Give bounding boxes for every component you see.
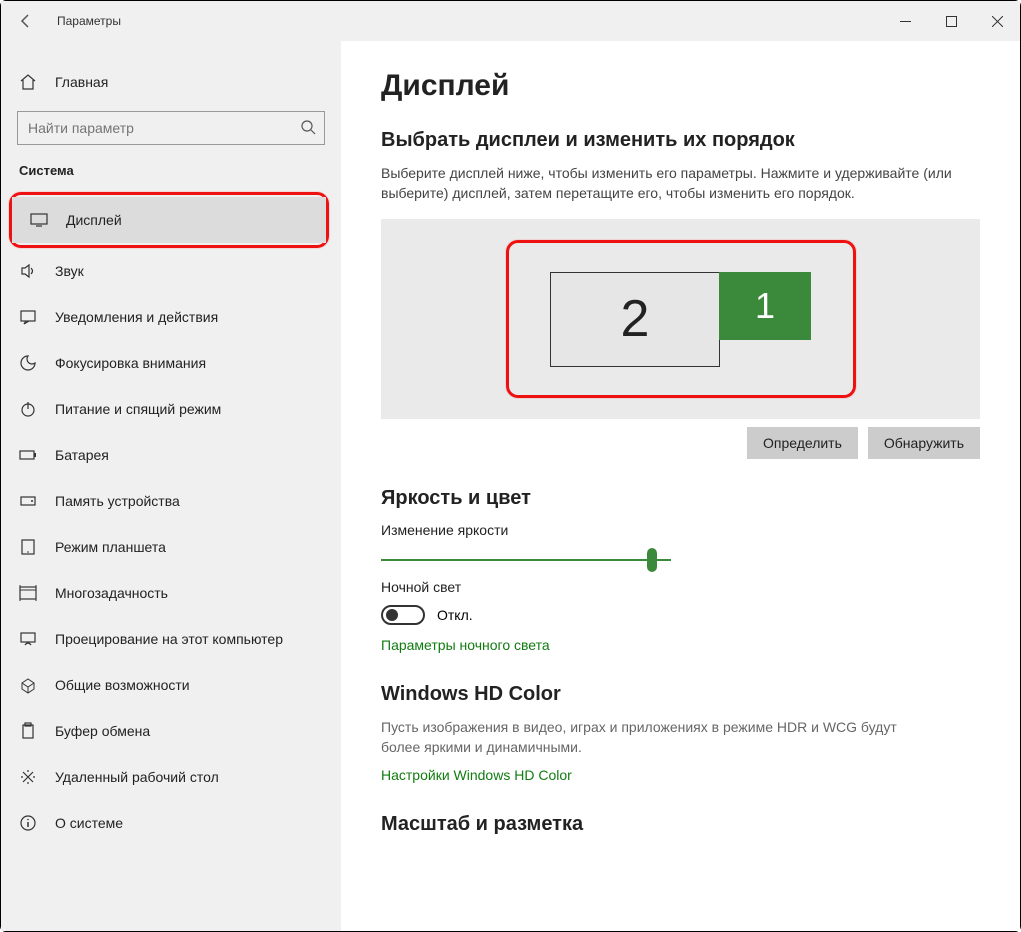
detect-button[interactable]: Обнаружить bbox=[868, 427, 980, 459]
nav-shared[interactable]: Общие возможности bbox=[1, 662, 341, 708]
nav-label: Удаленный рабочий стол bbox=[55, 769, 219, 785]
shared-icon bbox=[19, 676, 37, 694]
maximize-button[interactable] bbox=[928, 1, 974, 41]
window-title: Параметры bbox=[51, 14, 121, 28]
monitor-arrange-area[interactable]: 2 1 bbox=[381, 219, 980, 419]
nav-battery[interactable]: Батарея bbox=[1, 432, 341, 478]
nav-label: Память устройства bbox=[55, 493, 180, 509]
nav-power[interactable]: Питание и спящий режим bbox=[1, 386, 341, 432]
close-button[interactable] bbox=[974, 1, 1020, 41]
tablet-icon bbox=[19, 538, 37, 556]
remote-icon bbox=[19, 768, 37, 786]
nav-label: Режим планшета bbox=[55, 539, 166, 555]
night-light-label: Ночной свет bbox=[381, 579, 980, 595]
search-input[interactable] bbox=[18, 112, 324, 144]
monitor-2[interactable]: 2 bbox=[550, 272, 720, 367]
titlebar: Параметры bbox=[1, 1, 1020, 41]
sidebar-group-label: Система bbox=[1, 159, 341, 192]
battery-icon bbox=[19, 446, 37, 464]
nav-label: Многозадачность bbox=[55, 585, 168, 601]
page-title: Дисплей bbox=[381, 69, 980, 103]
clipboard-icon bbox=[19, 722, 37, 740]
nav-remote[interactable]: Удаленный рабочий стол bbox=[1, 754, 341, 800]
nav-notifications[interactable]: Уведомления и действия bbox=[1, 294, 341, 340]
nav-label: Уведомления и действия bbox=[55, 309, 218, 325]
nav-label: Буфер обмена bbox=[55, 723, 150, 739]
brightness-slider[interactable] bbox=[381, 559, 671, 561]
hd-color-settings-link[interactable]: Настройки Windows HD Color bbox=[381, 767, 572, 783]
nav-label: О системе bbox=[55, 815, 123, 831]
nav-label: Фокусировка внимания bbox=[55, 355, 206, 371]
home-icon bbox=[19, 73, 37, 91]
night-light-state: Откл. bbox=[437, 607, 473, 623]
nav-storage[interactable]: Память устройства bbox=[1, 478, 341, 524]
callout-monitors: 2 1 bbox=[506, 240, 856, 398]
about-icon bbox=[19, 814, 37, 832]
hd-color-description: Пусть изображения в видео, играх и прило… bbox=[381, 718, 921, 757]
focus-icon bbox=[19, 354, 37, 372]
nav-label: Звук bbox=[55, 263, 84, 279]
hd-color-heading: Windows HD Color bbox=[381, 683, 980, 706]
power-icon bbox=[19, 400, 37, 418]
callout-display-nav: Дисплей bbox=[9, 192, 329, 248]
projecting-icon bbox=[19, 630, 37, 648]
nav-label: Общие возможности bbox=[55, 677, 190, 693]
nav-tablet[interactable]: Режим планшета bbox=[1, 524, 341, 570]
night-light-toggle[interactable] bbox=[381, 605, 425, 625]
notifications-icon bbox=[19, 308, 37, 326]
brightness-heading: Яркость и цвет bbox=[381, 487, 980, 510]
sidebar: Главная Система Дисплей Звук bbox=[1, 41, 341, 931]
search-icon bbox=[300, 119, 316, 140]
nav-display[interactable]: Дисплей bbox=[12, 197, 326, 243]
minimize-button[interactable] bbox=[882, 1, 928, 41]
storage-icon bbox=[19, 492, 37, 510]
nav-about[interactable]: О системе bbox=[1, 800, 341, 846]
back-button[interactable] bbox=[1, 13, 51, 29]
arrange-heading: Выбрать дисплеи и изменить их порядок bbox=[381, 129, 980, 152]
nav-focus[interactable]: Фокусировка внимания bbox=[1, 340, 341, 386]
multitask-icon bbox=[19, 584, 37, 602]
search-box[interactable] bbox=[17, 111, 325, 145]
scale-heading: Масштаб и разметка bbox=[381, 813, 980, 836]
nav-sound[interactable]: Звук bbox=[1, 248, 341, 294]
identify-button[interactable]: Определить bbox=[747, 427, 858, 459]
night-light-settings-link[interactable]: Параметры ночного света bbox=[381, 637, 550, 653]
nav-label: Батарея bbox=[55, 447, 109, 463]
nav-label: Питание и спящий режим bbox=[55, 401, 221, 417]
content-area: Дисплей Выбрать дисплеи и изменить их по… bbox=[341, 41, 1020, 931]
home-link[interactable]: Главная bbox=[1, 59, 341, 105]
nav-multitask[interactable]: Многозадачность bbox=[1, 570, 341, 616]
nav-label: Дисплей bbox=[66, 212, 122, 228]
nav-clipboard[interactable]: Буфер обмена bbox=[1, 708, 341, 754]
sound-icon bbox=[19, 262, 37, 280]
display-icon bbox=[30, 211, 48, 229]
monitor-1[interactable]: 1 bbox=[719, 272, 811, 340]
brightness-label: Изменение яркости bbox=[381, 522, 980, 538]
arrange-description: Выберите дисплей ниже, чтобы изменить ег… bbox=[381, 164, 961, 203]
nav-label: Проецирование на этот компьютер bbox=[55, 631, 283, 647]
home-label: Главная bbox=[55, 74, 108, 90]
nav-projecting[interactable]: Проецирование на этот компьютер bbox=[1, 616, 341, 662]
